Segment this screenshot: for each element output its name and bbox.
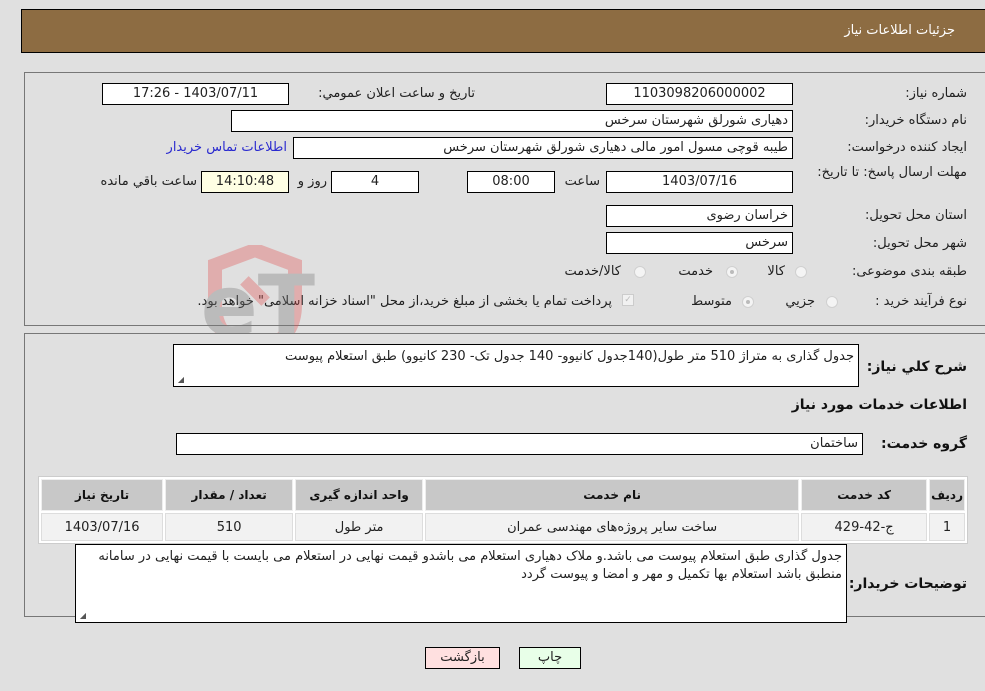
col-row-number: رديف — [929, 479, 965, 511]
cell-service-code: ج-42-429 — [801, 513, 928, 541]
cell-unit: متر طول — [295, 513, 424, 541]
print-button[interactable]: چاپ — [519, 647, 581, 669]
process-radio-minor[interactable] — [826, 296, 838, 308]
category-radio-goods[interactable] — [795, 266, 807, 278]
back-button[interactable]: بازگشت — [425, 647, 500, 669]
category-label: طبقه بندی موضوعی: — [851, 264, 967, 279]
creator-label: ایجاد کننده درخواست: — [847, 140, 967, 155]
time-remaining-label: ساعت باقي مانده — [100, 174, 197, 189]
cell-row-number: 1 — [929, 513, 965, 541]
resize-handle-icon[interactable]: ◢ — [176, 376, 184, 384]
description-label: شرح كلي نياز: — [866, 359, 967, 375]
process-option-medium: متوسط — [691, 294, 732, 309]
buyer-org-field: دهیاری شورلق شهرستان سرخس — [231, 110, 793, 132]
deadline-label: مهلت ارسال پاسخ: تا تاریخ: — [817, 165, 967, 180]
province-field: خراسان رضوی — [606, 205, 793, 227]
buyer-notes-label: توضيحات خريدار: — [848, 576, 967, 592]
cell-quantity: 510 — [165, 513, 294, 541]
deadline-time-label: ساعت — [564, 174, 600, 189]
cell-service-name: ساخت سایر پروژه‌های مهندسی عمران — [425, 513, 800, 541]
buyer-contact-link[interactable]: اطلاعات تماس خریدار — [167, 140, 287, 155]
process-radio-medium[interactable] — [742, 296, 754, 308]
buyer-notes-textarea[interactable]: جدول گذاری طبق استعلام پیوست می باشد.و م… — [75, 544, 847, 623]
buyer-notes-text: جدول گذاری طبق استعلام پیوست می باشد.و م… — [98, 549, 842, 582]
cell-need-date: 1403/07/16 — [41, 513, 164, 541]
creator-field: طیبه قوچی مسول امور مالی دهیاری شورلق شه… — [293, 137, 793, 159]
category-option-goods: کالا — [767, 264, 785, 279]
description-textarea[interactable]: جدول گذاری به متراژ 510 متر طول(140جدول … — [173, 344, 859, 387]
page-header: جزئیات اطلاعات نیاز — [21, 9, 985, 53]
table-row: 1 ج-42-429 ساخت سایر پروژه‌های مهندسی عم… — [41, 513, 965, 541]
deadline-date-field: 1403/07/16 — [606, 171, 793, 193]
resize-handle-icon[interactable]: ◢ — [78, 612, 86, 620]
table-header-row: رديف کد خدمت نام خدمت واحد اندازه گیری ت… — [41, 479, 965, 511]
col-service-name: نام خدمت — [425, 479, 800, 511]
treasury-note: پرداخت تمام یا بخشی از مبلغ خرید،از محل … — [197, 294, 612, 309]
announce-label: تاریخ و ساعت اعلان عمومي: — [318, 86, 475, 101]
province-label: استان محل تحویل: — [865, 208, 967, 223]
col-quantity: تعداد / مقدار — [165, 479, 294, 511]
page-title: جزئیات اطلاعات نیاز — [844, 23, 955, 38]
service-group-label: گروه خدمت: — [881, 436, 967, 452]
category-radio-service[interactable] — [726, 266, 738, 278]
need-number-field: 1103098206000002 — [606, 83, 793, 105]
services-table: رديف کد خدمت نام خدمت واحد اندازه گیری ت… — [38, 476, 968, 544]
deadline-time-field: 08:00 — [467, 171, 555, 193]
category-option-service: خدمت — [678, 264, 713, 279]
buyer-org-label: نام دستگاه خريدار: — [864, 113, 967, 128]
category-radio-goods-service[interactable] — [634, 266, 646, 278]
city-field: سرخس — [606, 232, 793, 254]
description-text: جدول گذاری به متراژ 510 متر طول(140جدول … — [285, 349, 854, 364]
col-service-code: کد خدمت — [801, 479, 928, 511]
days-remaining-field: 4 — [331, 171, 419, 193]
category-option-goods-service: کالا/خدمت — [564, 264, 621, 279]
time-remaining-field: 14:10:48 — [201, 171, 289, 193]
services-section-title: اطلاعات خدمات مورد نياز — [791, 397, 967, 413]
announce-datetime-field: 1403/07/11 - 17:26 — [102, 83, 289, 105]
process-option-minor: جزيي — [785, 294, 815, 309]
need-number-label: شماره نیاز: — [905, 86, 967, 101]
col-need-date: تاریخ نیاز — [41, 479, 164, 511]
process-type-label: نوع فرآیند خرید : — [875, 294, 967, 309]
col-unit: واحد اندازه گیری — [295, 479, 424, 511]
city-label: شهر محل تحویل: — [872, 236, 967, 251]
days-label: روز و — [297, 174, 327, 189]
service-group-field: ساختمان — [176, 433, 863, 455]
treasury-checkbox[interactable]: ✓ — [622, 294, 634, 306]
